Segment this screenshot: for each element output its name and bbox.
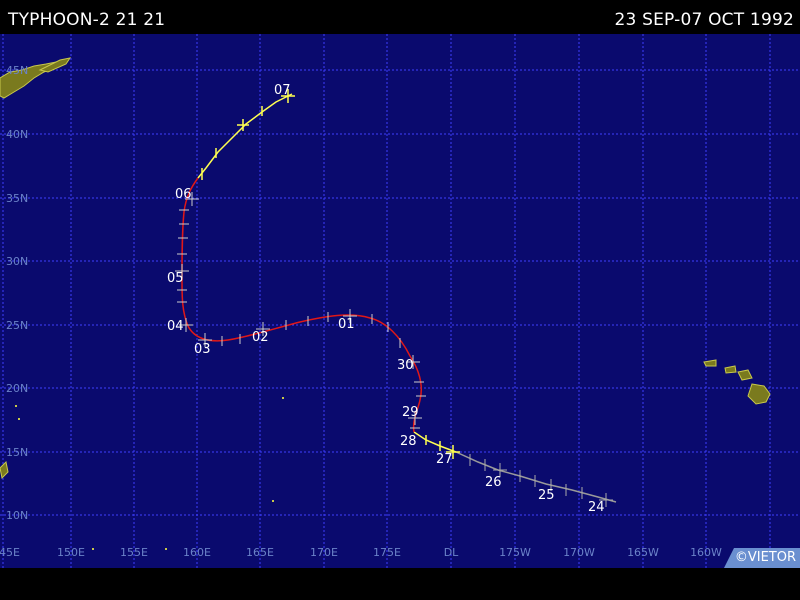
lon-label-160w: 160W [690, 546, 722, 559]
lat-label-20n: 20N [6, 382, 28, 395]
lat-label-30n: 30N [6, 255, 28, 268]
lon-label-175w: 175W [499, 546, 531, 559]
day-label-27: 27 [436, 452, 453, 467]
lon-label-160e: 160E [183, 546, 211, 559]
lat-label-10n: 10N [6, 509, 28, 522]
day-label-01: 01 [338, 317, 355, 332]
storm-title: TYPHOON-2 21 21 [8, 10, 166, 30]
lon-label-155e: 155E [120, 546, 148, 559]
footer-bar [0, 568, 800, 600]
lat-label-35n: 35N [6, 192, 28, 205]
lat-label-45n: 45N [6, 64, 28, 77]
day-label-02: 02 [252, 330, 269, 345]
day-label-05: 05 [167, 271, 184, 286]
lon-label-170e: 170E [310, 546, 338, 559]
lon-label-145e: 145E [0, 546, 20, 559]
storm-track-map[interactable]: 24 25 26 27 28 29 30 01 02 03 04 05 06 0… [0, 34, 800, 568]
day-label-25: 25 [538, 488, 555, 503]
day-label-04: 04 [167, 319, 184, 334]
day-label-03: 03 [194, 342, 211, 357]
date-range: 23 SEP-07 OCT 1992 [614, 10, 794, 30]
lon-label-165e: 165E [246, 546, 274, 559]
day-label-28: 28 [400, 434, 417, 449]
day-label-07: 07 [274, 83, 291, 98]
header-bar: TYPHOON-2 21 21 23 SEP-07 OCT 1992 [0, 0, 800, 34]
lat-label-40n: 40N [6, 128, 28, 141]
day-label-29: 29 [402, 405, 419, 420]
lon-label-dl: DL [444, 546, 459, 559]
lat-label-15n: 15N [6, 446, 28, 459]
day-label-06: 06 [175, 187, 192, 202]
ocean [0, 34, 800, 568]
credit-badge: ©VIETOR [724, 548, 800, 568]
lon-label-165w: 165W [627, 546, 659, 559]
lon-label-150e: 150E [57, 546, 85, 559]
day-label-24: 24 [588, 500, 605, 515]
lat-label-25n: 25N [6, 319, 28, 332]
lon-label-170w: 170W [563, 546, 595, 559]
day-label-26: 26 [485, 475, 502, 490]
day-label-30: 30 [397, 358, 414, 373]
lon-label-175e: 175E [373, 546, 401, 559]
